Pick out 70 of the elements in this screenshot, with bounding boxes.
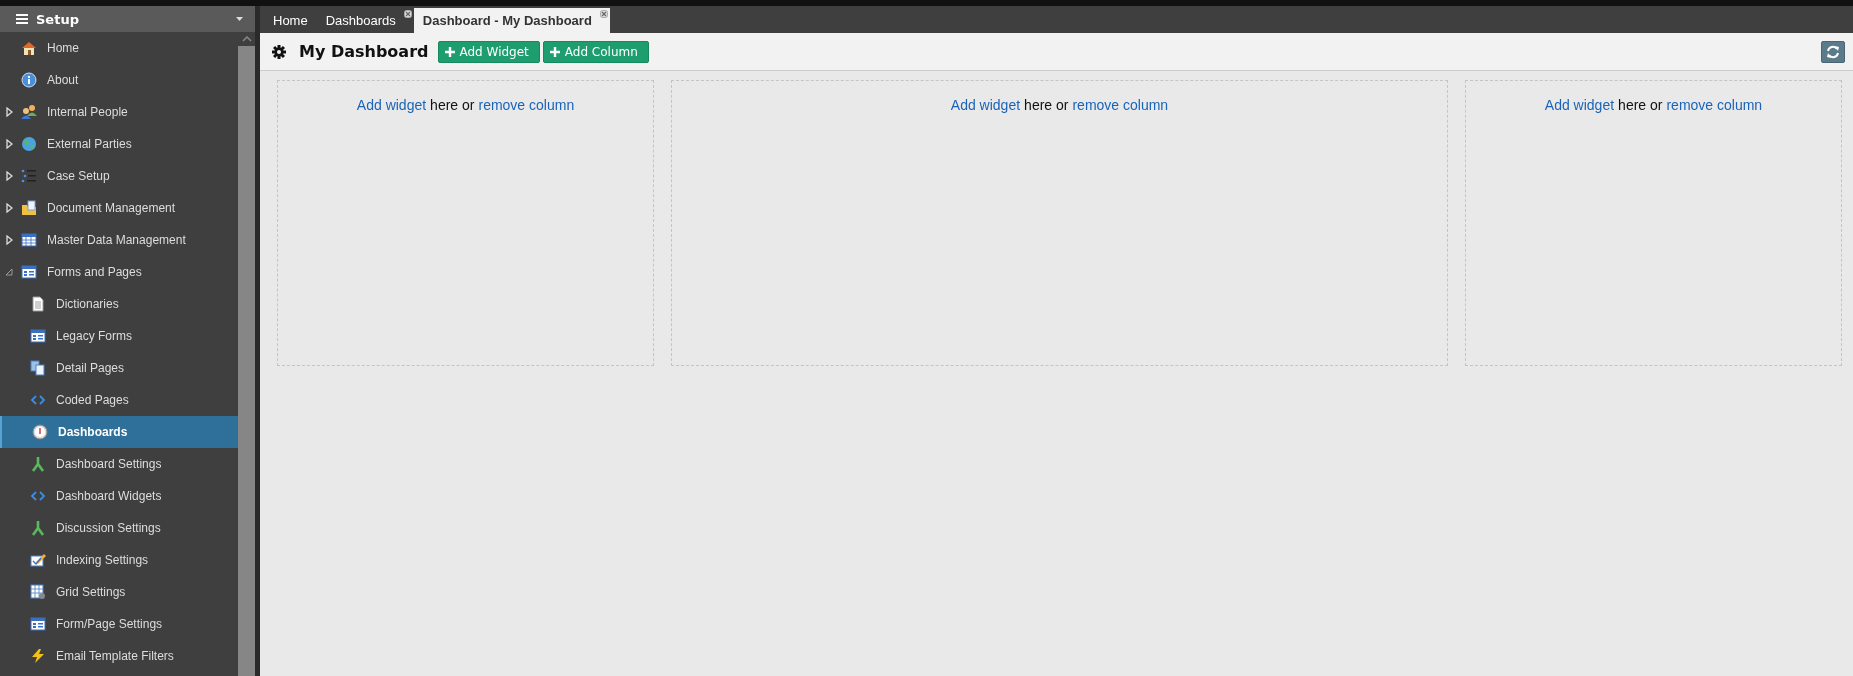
info-icon (21, 72, 37, 88)
pages-icon (30, 360, 46, 376)
dial-icon (32, 424, 48, 440)
sidebar-item[interactable]: Grid Settings (0, 576, 238, 608)
remove-column-link[interactable]: remove column (1072, 97, 1169, 115)
sidebar-item[interactable]: Internal People (0, 96, 238, 128)
form-icon (30, 616, 46, 632)
scroll-up-icon[interactable] (241, 36, 252, 42)
tab[interactable]: Dashboards (316, 8, 414, 33)
refresh-button[interactable] (1821, 40, 1845, 63)
collapse-arrow-icon[interactable] (5, 268, 13, 276)
form-icon (21, 264, 37, 280)
plus-icon (444, 46, 455, 57)
sidebar-item[interactable]: Indexing Settings (0, 544, 238, 576)
dashboard-title: My Dashboard (299, 42, 429, 61)
sidebar-item[interactable]: Document Management (0, 192, 238, 224)
form-icon (30, 328, 46, 344)
lightning-icon (30, 648, 46, 664)
menu-icon (16, 14, 28, 24)
expand-arrow-icon[interactable] (5, 203, 13, 213)
sidebar-item[interactable]: Form/Page Settings (0, 608, 238, 640)
fork-icon (30, 520, 46, 536)
sidebar-item[interactable]: Coded Pages (0, 384, 238, 416)
sidebar-item[interactable]: Home (0, 32, 238, 64)
sidebar-item[interactable]: Email Template Filters (0, 640, 238, 672)
tab[interactable]: Dashboard - My Dashboard (413, 8, 610, 33)
sidebar-item[interactable]: Discussion Settings (0, 512, 238, 544)
expand-arrow-icon[interactable] (5, 171, 13, 181)
link-separator-text: here or (1024, 97, 1069, 115)
sidebar-item[interactable]: Case Setup (0, 160, 238, 192)
sidebar-item[interactable]: External Parties (0, 128, 238, 160)
scrollbar[interactable] (238, 32, 255, 676)
expand-arrow-icon[interactable] (5, 235, 13, 245)
sidebar-item[interactable]: Dictionaries (0, 288, 238, 320)
expand-arrow-icon[interactable] (5, 107, 13, 117)
plus-icon (549, 46, 560, 57)
sidebar-item[interactable]: Dashboard Settings (0, 448, 238, 480)
settings-icon[interactable] (272, 44, 286, 59)
add-widget-link[interactable]: Add widget (950, 97, 1021, 115)
sidebar-item[interactable]: Master Data Management (0, 224, 238, 256)
sidebar-item[interactable]: Dashboards (0, 416, 238, 448)
globe-icon (21, 136, 37, 152)
table-icon (21, 232, 37, 248)
grid-icon (30, 584, 46, 600)
house-icon (21, 40, 37, 56)
expand-arrow-icon[interactable] (5, 139, 13, 149)
refresh-icon (1826, 44, 1840, 59)
sidebar-title: Setup (36, 11, 80, 27)
add-widget-link[interactable]: Add widget (356, 97, 427, 115)
checklist-icon (30, 552, 46, 568)
fork-icon (30, 456, 46, 472)
document-icon (30, 296, 46, 312)
sidebar-item[interactable]: Forms and Pages (0, 256, 238, 288)
sidebar-item[interactable]: Dashboard Widgets (0, 480, 238, 512)
sidebar-item[interactable]: Detail Pages (0, 352, 238, 384)
link-separator-text: here or (430, 97, 475, 115)
add-widget-link[interactable]: Add widget (1544, 97, 1615, 115)
people-icon (21, 104, 37, 120)
dropdown-caret-icon (236, 17, 243, 21)
close-icon[interactable] (599, 10, 608, 18)
sidebar-item[interactable]: Legacy Forms (0, 320, 238, 352)
sidebar-header[interactable]: Setup (0, 6, 255, 32)
sidebar-item[interactable]: About (0, 64, 238, 96)
list-icon (21, 168, 37, 184)
remove-column-link[interactable]: remove column (1666, 97, 1763, 115)
tab[interactable]: Home (264, 8, 317, 33)
remove-column-link[interactable]: remove column (478, 97, 575, 115)
close-icon[interactable] (403, 10, 412, 18)
link-separator-text: here or (1618, 97, 1663, 115)
folder-icon (21, 200, 37, 216)
